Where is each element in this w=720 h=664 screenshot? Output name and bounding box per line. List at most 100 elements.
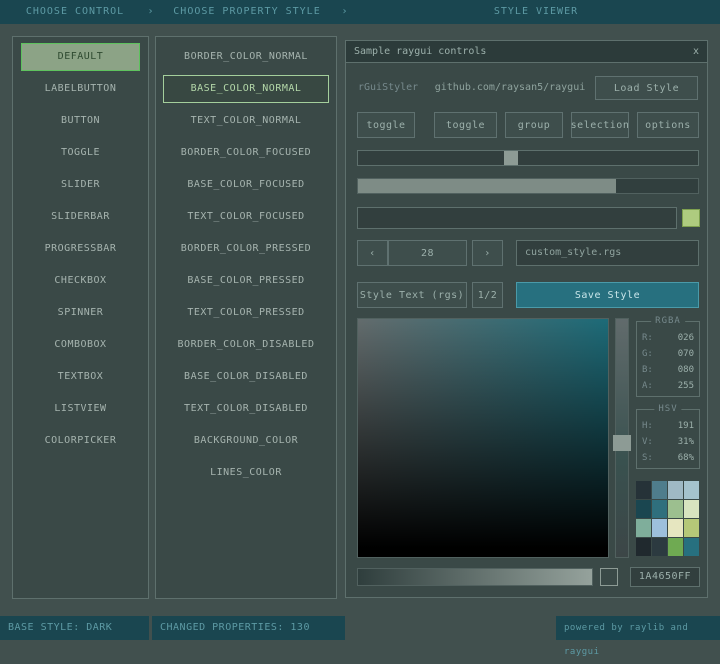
color-preview-box[interactable] bbox=[600, 568, 618, 586]
channel-label: R: bbox=[642, 330, 653, 346]
control-item-sliderbar[interactable]: SLIDERBAR bbox=[21, 203, 140, 231]
palette-swatch-4[interactable] bbox=[636, 500, 651, 518]
properties-list: BORDER_COLOR_NORMAL BASE_COLOR_NORMAL TEXT… bbox=[155, 36, 337, 599]
channel-label: S: bbox=[642, 450, 653, 466]
property-item-text_color_focused[interactable]: TEXT_COLOR_FOCUSED bbox=[163, 203, 329, 231]
control-item-labelbutton[interactable]: LABELBUTTON bbox=[21, 75, 140, 103]
palette-swatch-5[interactable] bbox=[652, 500, 667, 518]
property-item-text_color_disabled[interactable]: TEXT_COLOR_DISABLED bbox=[163, 395, 329, 423]
channel-value: 026 bbox=[678, 330, 694, 346]
group-row: S: 68% bbox=[642, 450, 694, 466]
toggle-button-4[interactable]: options bbox=[637, 112, 699, 138]
control-item-colorpicker[interactable]: COLORPICKER bbox=[21, 427, 140, 455]
channel-label: V: bbox=[642, 434, 653, 450]
palette-swatch-9[interactable] bbox=[652, 519, 667, 537]
spinner-decrease-button[interactable]: ‹ bbox=[357, 240, 388, 266]
hue-handle[interactable] bbox=[613, 435, 631, 451]
right-arrow-icon: › bbox=[484, 248, 491, 259]
palette-swatch-6[interactable] bbox=[668, 500, 683, 518]
palette-swatch-3[interactable] bbox=[684, 481, 699, 499]
alpha-slider[interactable] bbox=[357, 568, 593, 586]
palette-swatch-14[interactable] bbox=[668, 538, 683, 556]
palette-swatch-10[interactable] bbox=[668, 519, 683, 537]
window-title-bar[interactable]: Sample raygui controls x bbox=[346, 41, 707, 63]
palette-swatch-2[interactable] bbox=[668, 481, 683, 499]
chevron-separator-icon: › bbox=[340, 0, 350, 24]
save-style-button[interactable]: Save Style bbox=[516, 282, 699, 308]
toggle-button-2[interactable]: group bbox=[505, 112, 563, 138]
palette-swatch-12[interactable] bbox=[636, 538, 651, 556]
step-style-viewer: STYLE VIEWER bbox=[352, 0, 720, 24]
property-item-text_color_normal[interactable]: TEXT_COLOR_NORMAL bbox=[163, 107, 329, 135]
palette-swatch-0[interactable] bbox=[636, 481, 651, 499]
style-text-combobox[interactable]: Style Text (rgs) bbox=[357, 282, 467, 308]
slider-handle[interactable] bbox=[504, 151, 518, 165]
property-item-base_color_disabled[interactable]: BASE_COLOR_DISABLED bbox=[163, 363, 329, 391]
control-item-checkbox[interactable]: CHECKBOX bbox=[21, 267, 140, 295]
group-row: G:070 bbox=[642, 346, 694, 362]
status-base-style: BASE STYLE: DARK bbox=[0, 616, 149, 640]
property-item-border_color_pressed[interactable]: BORDER_COLOR_PRESSED bbox=[163, 235, 329, 263]
property-item-base_color_focused[interactable]: BASE_COLOR_FOCUSED bbox=[163, 171, 329, 199]
color-picker-area[interactable] bbox=[357, 318, 609, 558]
combobox-counter-button[interactable]: 1/2 bbox=[472, 282, 503, 308]
left-arrow-icon: ‹ bbox=[369, 248, 376, 259]
filename-textbox[interactable]: custom_style.rgs bbox=[516, 240, 699, 266]
toggle-button-0[interactable]: toggle bbox=[357, 112, 415, 138]
palette-swatch-1[interactable] bbox=[652, 481, 667, 499]
property-item-border_color_normal[interactable]: BORDER_COLOR_NORMAL bbox=[163, 43, 329, 71]
group-row: B:080 bbox=[642, 362, 694, 378]
hue-slider[interactable] bbox=[615, 318, 629, 558]
sample-controls-window: Sample raygui controls x rGuiStyler gith… bbox=[345, 40, 708, 598]
top-bar: CHOOSE CONTROL › CHOOSE PROPERTY STYLE ›… bbox=[0, 0, 720, 24]
toggle-button-1[interactable]: toggle bbox=[434, 112, 497, 138]
channel-label: A: bbox=[642, 378, 653, 394]
channel-label: B: bbox=[642, 362, 653, 378]
control-item-toggle[interactable]: TOGGLE bbox=[21, 139, 140, 167]
control-item-slider[interactable]: SLIDER bbox=[21, 171, 140, 199]
control-item-combobox[interactable]: COMBOBOX bbox=[21, 331, 140, 359]
toggle-button-3[interactable]: selection bbox=[571, 112, 629, 138]
palette-swatch-13[interactable] bbox=[652, 538, 667, 556]
property-item-border_color_focused[interactable]: BORDER_COLOR_FOCUSED bbox=[163, 139, 329, 167]
palette-swatch-11[interactable] bbox=[684, 519, 699, 537]
palette-swatch-8[interactable] bbox=[636, 519, 651, 537]
property-item-border_color_disabled[interactable]: BORDER_COLOR_DISABLED bbox=[163, 331, 329, 359]
property-item-base_color_normal[interactable]: BASE_COLOR_NORMAL bbox=[163, 75, 329, 103]
load-style-button[interactable]: Load Style bbox=[595, 76, 698, 100]
channel-label: G: bbox=[642, 346, 653, 362]
channel-value: 31% bbox=[678, 434, 694, 450]
sample-slider[interactable] bbox=[357, 150, 699, 166]
toggle-row: toggle toggle group selection options bbox=[346, 112, 707, 138]
color-value-box[interactable] bbox=[682, 209, 700, 227]
property-item-text_color_pressed[interactable]: TEXT_COLOR_PRESSED bbox=[163, 299, 329, 327]
color-palette bbox=[636, 481, 699, 556]
status-changed-properties: CHANGED PROPERTIES: 130 bbox=[152, 616, 345, 640]
palette-swatch-7[interactable] bbox=[684, 500, 699, 518]
control-item-listview[interactable]: LISTVIEW bbox=[21, 395, 140, 423]
control-item-spinner[interactable]: SPINNER bbox=[21, 299, 140, 327]
palette-swatch-15[interactable] bbox=[684, 538, 699, 556]
progress-fill bbox=[358, 179, 616, 193]
spinner-increase-button[interactable]: › bbox=[472, 240, 503, 266]
hex-value-box[interactable]: 1A4650FF bbox=[630, 567, 700, 587]
property-item-lines_color[interactable]: LINES_COLOR bbox=[163, 459, 329, 487]
group-row: R: 026 bbox=[642, 330, 694, 346]
rgba-rows: R: 026G:070B:080A: 255 bbox=[637, 322, 699, 396]
channel-value: 255 bbox=[678, 378, 694, 394]
group-row: H:191 bbox=[642, 418, 694, 434]
property-item-base_color_pressed[interactable]: BASE_COLOR_PRESSED bbox=[163, 267, 329, 295]
sample-textbox[interactable] bbox=[357, 207, 677, 229]
spinner-value[interactable]: 28 bbox=[388, 240, 467, 266]
close-icon[interactable]: x bbox=[693, 46, 699, 57]
control-item-progressbar[interactable]: PROGRESSBAR bbox=[21, 235, 140, 263]
control-item-textbox[interactable]: TEXTBOX bbox=[21, 363, 140, 391]
hsv-group-title: HSV bbox=[654, 404, 681, 414]
control-item-default[interactable]: DEFAULT bbox=[21, 43, 140, 71]
controls-list: DEFAULT LABELBUTTON BUTTON TOGGLE SLIDER SLID… bbox=[12, 36, 149, 599]
sample-sliderbar[interactable] bbox=[357, 178, 699, 194]
property-item-background_color[interactable]: BACKGROUND_COLOR bbox=[163, 427, 329, 455]
channel-value: 68% bbox=[678, 450, 694, 466]
channel-value: 191 bbox=[678, 418, 694, 434]
control-item-button[interactable]: BUTTON bbox=[21, 107, 140, 135]
